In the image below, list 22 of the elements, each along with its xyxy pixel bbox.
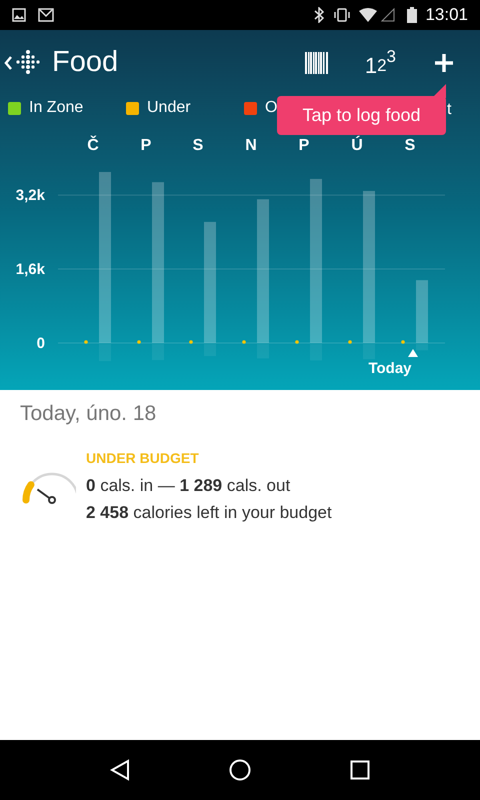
day-label: Ú [351,137,363,154]
y-axis-label: 1,6k [16,261,45,278]
day-label: Č [87,137,99,154]
day-label: P [298,137,310,154]
y-axis-label: 3,2k [16,187,45,204]
tooltip-text: Tap to log food [302,104,421,127]
y-axis-label: 0 [36,335,45,352]
day-label: P [140,137,152,154]
day-label: S [192,137,204,154]
calories-in-out: 0 cals. in — 1 289 cals. out [86,474,292,496]
day-label: N [245,137,257,154]
status-time: 13:01 [425,4,468,26]
day-label: S [404,137,416,154]
date-heading: Today, úno. 18 [19,401,158,427]
legend-label: O [265,98,278,118]
budget-status: UNDER BUDGET [86,448,200,468]
today-label: Today [368,360,412,377]
legend-label: Under [147,98,191,118]
calories-left: 2 458 calories left in your budget [86,502,332,524]
legend-label: In Zone [29,98,84,118]
legend-label: t [447,100,452,120]
page-title: Food [52,44,118,80]
